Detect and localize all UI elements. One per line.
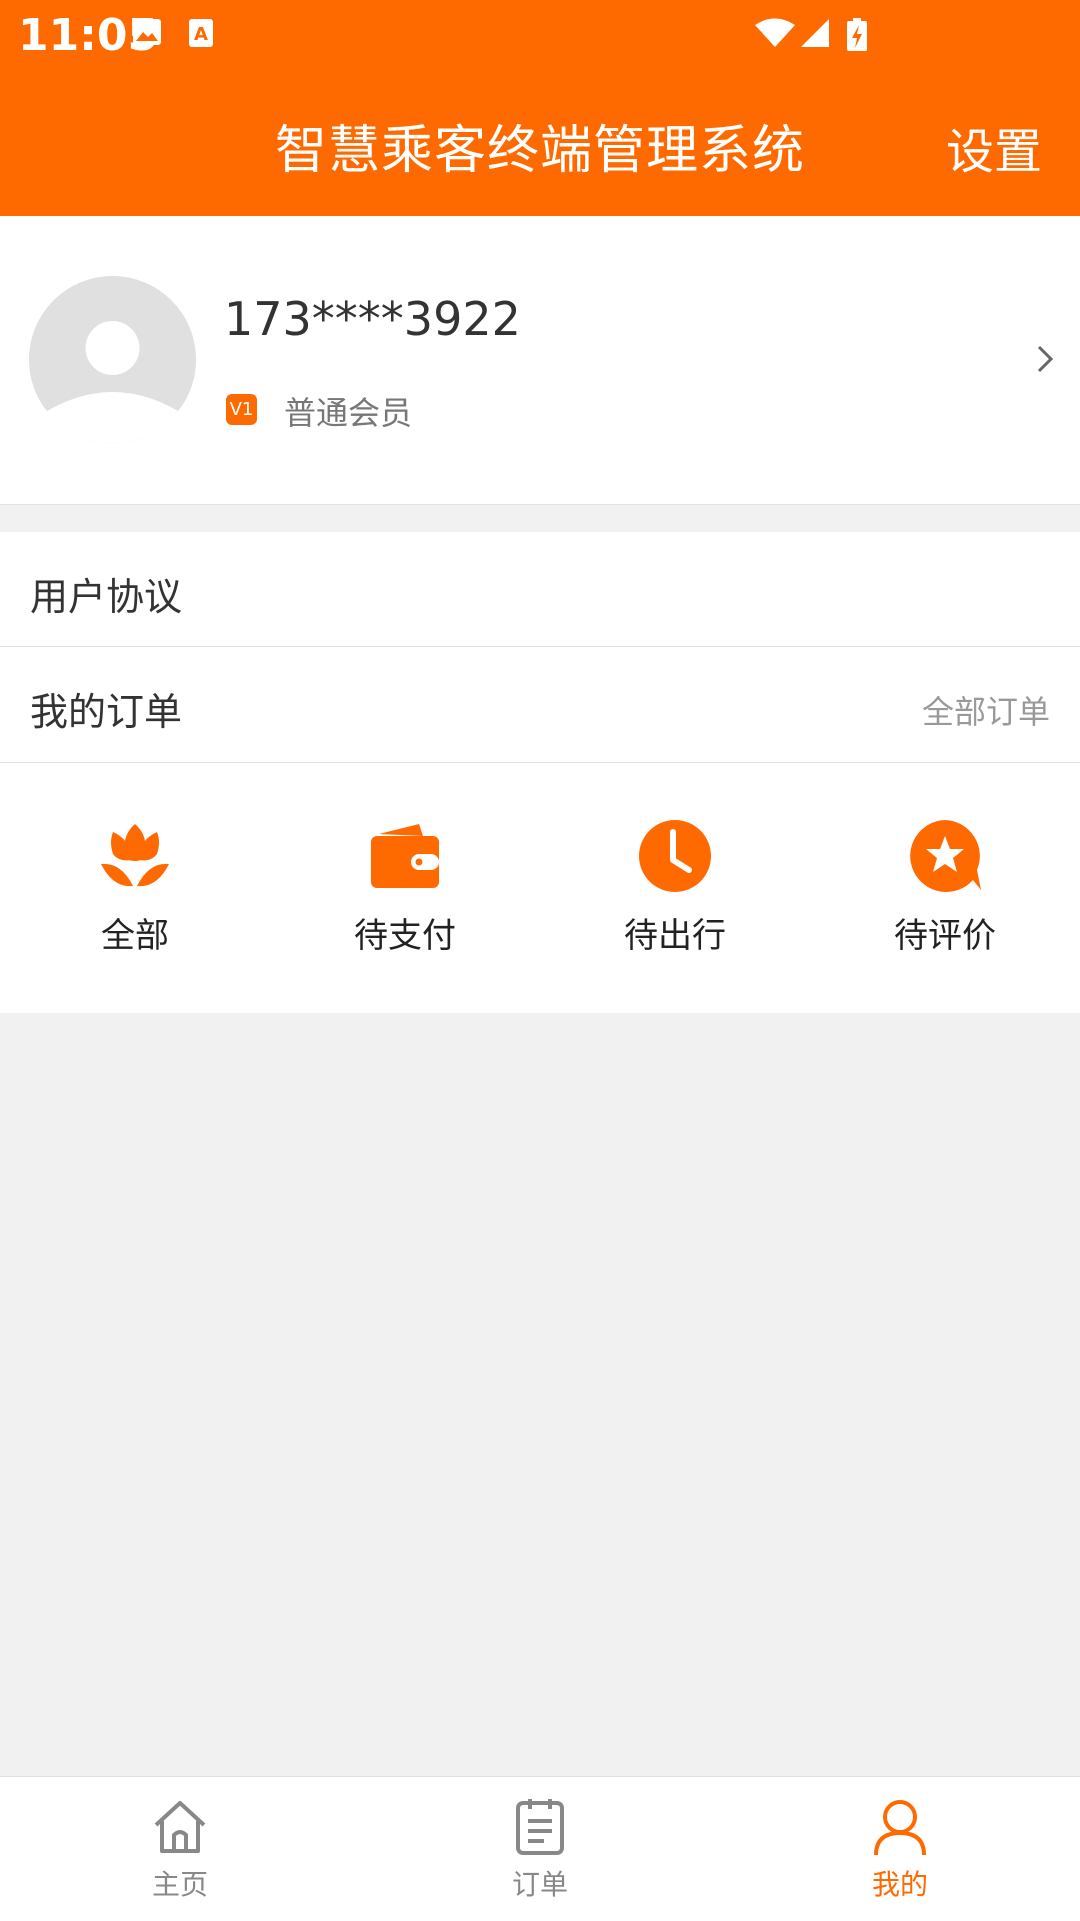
home-icon — [154, 1801, 206, 1853]
member-level: 普通会员 — [284, 394, 413, 432]
bottom-tab-bar: 主页 订单 我的 — [0, 1776, 1080, 1921]
chevron-right-icon — [1037, 345, 1054, 373]
wallet-icon — [371, 824, 439, 888]
app-header: 11:05 A 智慧乘客终端管理系统 设置 — [0, 0, 1080, 216]
tab-orders-label: 订单 — [511, 1868, 568, 1901]
user-agreement-row[interactable]: 用户协议 — [0, 532, 1080, 647]
order-pending-payment-button[interactable]: 待支付 — [270, 818, 540, 957]
tab-home[interactable]: 主页 — [120, 1797, 240, 1903]
settings-button[interactable]: 设置 — [946, 112, 1042, 182]
avatar[interactable] — [29, 276, 196, 443]
order-all-label: 全部 — [101, 916, 169, 956]
vip-level-badge: V1 — [226, 394, 257, 425]
status-bar: 11:05 A — [0, 0, 1080, 72]
user-icon — [874, 1800, 926, 1856]
battery-icon — [847, 18, 867, 51]
profile-card[interactable]: 173****3922 V1 普通会员 — [0, 216, 1080, 505]
list-icon — [516, 1799, 564, 1855]
image-icon — [133, 19, 161, 45]
all-orders-link[interactable]: 全部订单 — [922, 687, 1050, 733]
clock-icon — [639, 820, 711, 892]
order-all-button[interactable]: 全部 — [0, 818, 270, 957]
order-pending-trip-button[interactable]: 待出行 — [540, 818, 810, 957]
svg-text:A: A — [194, 24, 208, 45]
wifi-icon — [755, 18, 795, 47]
flower-icon — [101, 824, 169, 887]
order-shortcuts: 全部 待支付 待出行 待评价 — [0, 763, 1080, 1013]
text-app-icon: A — [189, 19, 213, 47]
order-pending-review-button[interactable]: 待评价 — [810, 818, 1080, 957]
my-orders-label: 我的订单 — [30, 690, 183, 734]
user-agreement-label: 用户协议 — [30, 575, 183, 619]
star-bubble-icon — [910, 820, 981, 892]
default-avatar-icon — [29, 276, 196, 443]
tab-orders[interactable]: 订单 — [480, 1797, 600, 1903]
tab-mine[interactable]: 我的 — [840, 1797, 960, 1903]
page-title: 智慧乘客终端管理系统 — [274, 121, 805, 181]
tab-home-label: 主页 — [151, 1868, 208, 1901]
signal-icon — [801, 19, 829, 47]
tab-mine-label: 我的 — [871, 1868, 928, 1901]
order-pending-review-label: 待评价 — [894, 916, 996, 956]
order-pending-payment-label: 待支付 — [354, 916, 456, 956]
my-orders-row[interactable]: 我的订单 全部订单 — [0, 647, 1080, 763]
order-pending-trip-label: 待出行 — [624, 916, 726, 956]
user-phone: 173****3922 — [224, 292, 521, 346]
